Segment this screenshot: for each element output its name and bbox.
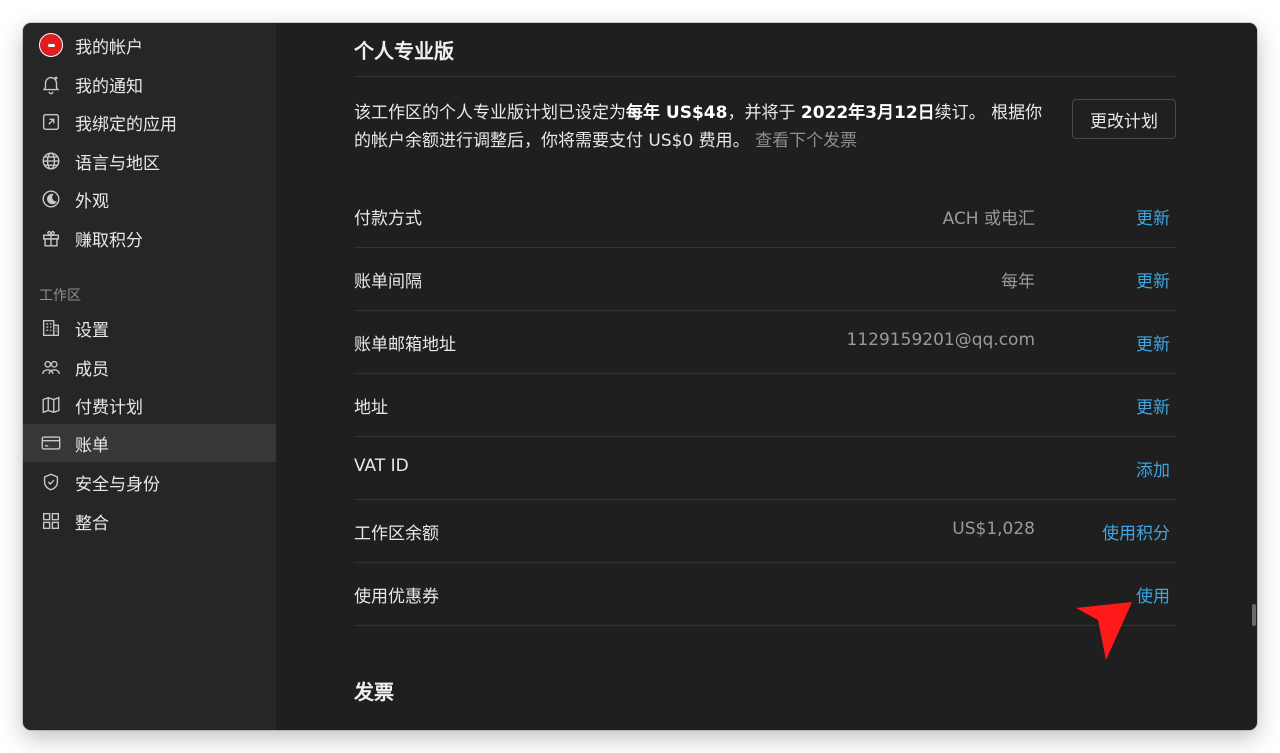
plan-price: 每年 US$48 (626, 103, 728, 123)
row-label: 使用优惠券 (354, 587, 439, 607)
sidebar-item-label: 设置 (75, 320, 109, 341)
sidebar-item-plans[interactable]: 付费计划 (23, 386, 276, 424)
plan-description: 该工作区的个人专业版计划已设定为每年 US$48，并将于 2022年3月12日续… (354, 103, 1043, 151)
sidebar-item-label: 成员 (75, 359, 109, 380)
billing-row-address: 地址 更新 (354, 374, 1176, 437)
sidebar-item-my-account[interactable]: 我的帐户 (23, 26, 276, 64)
invoices-section-title: 发票 (354, 680, 394, 704)
credit-card-icon (39, 431, 63, 455)
building-icon (39, 316, 63, 340)
add-vat-id-link[interactable]: 添加 (1136, 456, 1170, 481)
sidebar-item-label: 语言与地区 (75, 153, 160, 174)
settings-sidebar: 我的帐户 我的通知 我绑定的应用 语言与地区 外观 赚取积分 工作区 设置 成员… (23, 23, 276, 730)
row-label: 账单邮箱地址 (354, 335, 456, 355)
sidebar-item-earn-credits[interactable]: 赚取积分 (23, 219, 276, 257)
row-label: 账单间隔 (354, 272, 422, 292)
sidebar-item-label: 我的帐户 (75, 37, 143, 58)
billing-row-email: 账单邮箱地址 1129159201@qq.com 更新 (354, 311, 1176, 374)
globe-icon (39, 149, 63, 173)
sidebar-item-label: 赚取积分 (75, 230, 143, 251)
apply-coupon-link[interactable]: 使用 (1136, 582, 1170, 607)
sidebar-item-notifications[interactable]: 我的通知 (23, 65, 276, 103)
billing-row-coupon: 使用优惠券 使用 (354, 563, 1176, 626)
sidebar-item-connected-apps[interactable]: 我绑定的应用 (23, 103, 276, 141)
row-label: 地址 (354, 398, 388, 418)
row-value: 1129159201@qq.com (846, 330, 1035, 350)
update-interval-link[interactable]: 更新 (1136, 267, 1170, 292)
row-value: US$1,028 (952, 519, 1035, 539)
billing-row-payment-method: 付款方式 ACH 或电汇 更新 (354, 185, 1176, 248)
sidebar-item-label: 账单 (75, 435, 109, 456)
sidebar-item-label: 我绑定的应用 (75, 114, 177, 135)
update-email-link[interactable]: 更新 (1136, 330, 1170, 355)
update-payment-method-link[interactable]: 更新 (1136, 204, 1170, 229)
row-label: 工作区余额 (354, 524, 439, 544)
moon-icon (39, 187, 63, 211)
divider (354, 76, 1176, 77)
row-value: 每年 (1001, 272, 1035, 292)
scrollbar[interactable] (1252, 604, 1256, 626)
renewal-date: 2022年3月12日 (800, 103, 935, 123)
billing-row-workspace-balance: 工作区余额 US$1,028 使用积分 (354, 500, 1176, 563)
people-icon (39, 355, 63, 379)
shield-icon (39, 470, 63, 494)
use-credits-link[interactable]: 使用积分 (1102, 519, 1170, 544)
row-label: VAT ID (354, 456, 409, 476)
sidebar-item-appearance[interactable]: 外观 (23, 180, 276, 218)
sidebar-item-label: 安全与身份 (75, 474, 160, 495)
gift-icon (39, 226, 63, 250)
billing-row-vat-id: VAT ID 添加 (354, 437, 1176, 500)
change-plan-button[interactable]: 更改计划 (1072, 99, 1176, 139)
sidebar-item-settings[interactable]: 设置 (23, 309, 276, 347)
row-label: 付款方式 (354, 209, 422, 229)
update-address-link[interactable]: 更新 (1136, 393, 1170, 418)
grid-icon (39, 509, 63, 533)
sidebar-item-label: 付费计划 (75, 397, 143, 418)
plan-section-title: 个人专业版 (354, 39, 454, 63)
sidebar-item-security[interactable]: 安全与身份 (23, 463, 276, 501)
sidebar-item-label: 外观 (75, 191, 109, 212)
billing-row-interval: 账单间隔 每年 更新 (354, 248, 1176, 311)
next-invoice-link[interactable]: 查看下个发票 (755, 131, 857, 151)
sidebar-item-label: 我的通知 (75, 76, 143, 97)
sidebar-item-members[interactable]: 成员 (23, 348, 276, 386)
sidebar-item-language-region[interactable]: 语言与地区 (23, 142, 276, 180)
app-window: 我的帐户 我的通知 我绑定的应用 语言与地区 外观 赚取积分 工作区 设置 成员… (23, 23, 1257, 730)
sidebar-item-label: 整合 (75, 513, 109, 534)
red-pointer-icon (1076, 602, 1132, 660)
workspace-section-label: 工作区 (39, 288, 81, 304)
sidebar-item-integrations[interactable]: 整合 (23, 502, 276, 540)
row-value: ACH 或电汇 (942, 209, 1035, 229)
sidebar-item-billing[interactable]: 账单 (23, 424, 276, 462)
map-icon (39, 393, 63, 417)
bell-icon (39, 72, 63, 96)
external-link-icon (39, 110, 63, 134)
avatar (39, 33, 63, 57)
